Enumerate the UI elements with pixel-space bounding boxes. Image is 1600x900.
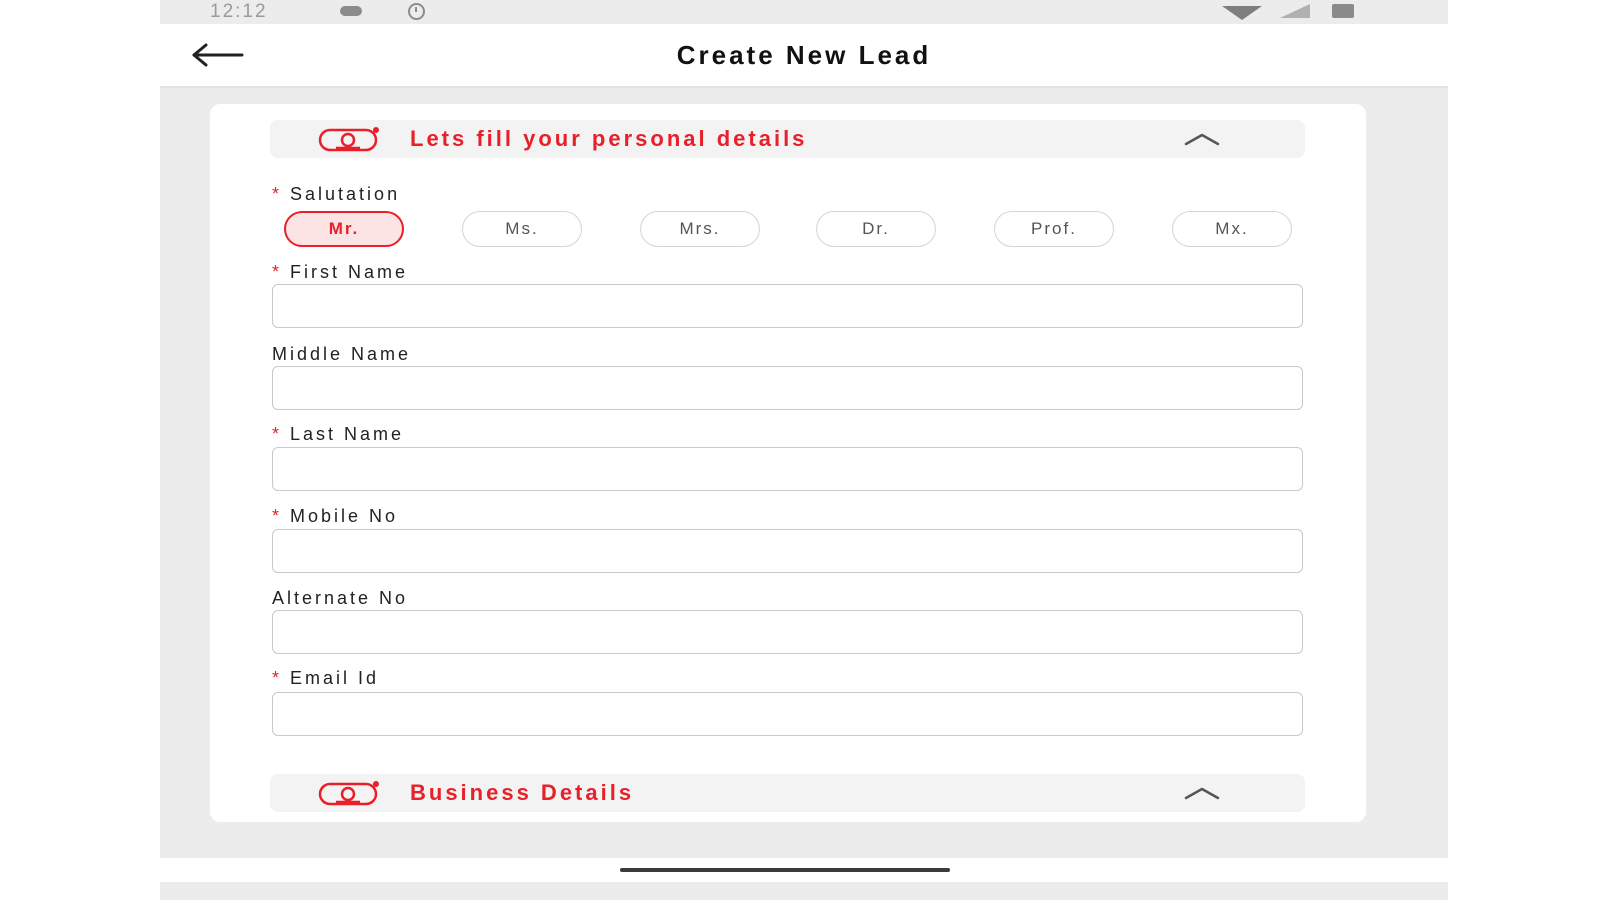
status-time: 12:12 (210, 1, 268, 22)
salutation-option-mrs[interactable]: Mrs. (640, 211, 760, 247)
required-marker: * (272, 506, 283, 526)
status-bar: 12:12 (160, 0, 1448, 24)
required-marker: * (272, 424, 283, 444)
personal-section-title: Lets fill your personal details (410, 126, 808, 151)
alternate-no-label-text: Alternate No (272, 588, 409, 608)
battery-icon (1332, 4, 1354, 18)
middle-name-label-text: Middle Name (272, 344, 412, 364)
last-name-label: * Last Name (272, 424, 404, 445)
last-name-label-text: Last Name (290, 424, 405, 444)
first-name-label-text: First Name (290, 262, 409, 282)
salutation-option-prof[interactable]: Prof. (994, 211, 1114, 247)
required-marker: * (272, 668, 283, 688)
middle-name-input[interactable] (272, 366, 1303, 410)
cloud-icon (340, 6, 362, 16)
email-id-input[interactable] (272, 692, 1303, 736)
first-name-label: * First Name (272, 262, 408, 283)
phone-screen: 12:12 Create New Lead Lets fill your per… (160, 0, 1448, 900)
email-id-label: * Email Id (272, 668, 379, 689)
salutation-option-mr[interactable]: Mr. (284, 211, 404, 247)
app-bar: Create New Lead (160, 24, 1448, 88)
chevron-up-icon[interactable] (1184, 132, 1220, 146)
person-badge-icon (318, 127, 379, 152)
email-id-label-text: Email Id (290, 668, 380, 688)
wifi-icon (1222, 6, 1262, 20)
salutation-option-mx[interactable]: Mx. (1172, 211, 1292, 247)
required-marker: * (272, 262, 283, 282)
alarm-clock-icon (408, 3, 425, 20)
lead-form-card: Lets fill your personal details * Salutat… (210, 104, 1366, 822)
first-name-input[interactable] (272, 284, 1303, 328)
salutation-option-dr[interactable]: Dr. (816, 211, 936, 247)
last-name-input[interactable] (272, 447, 1303, 491)
business-section-title: Business Details (410, 780, 635, 805)
business-details-section-header[interactable]: Business Details (270, 774, 1305, 812)
required-marker: * (272, 184, 283, 204)
page-title: Create New Lead (676, 40, 932, 70)
salutation-options: Mr. Ms. Mrs. Dr. Prof. Mx. (284, 211, 1296, 249)
mobile-no-label-text: Mobile No (290, 506, 399, 526)
personal-details-section-header[interactable]: Lets fill your personal details (270, 120, 1305, 158)
middle-name-label: Middle Name (272, 344, 411, 365)
salutation-label-text: Salutation (290, 184, 401, 204)
mobile-no-input[interactable] (272, 529, 1303, 573)
signal-icon (1280, 4, 1310, 18)
salutation-label: * Salutation (272, 184, 400, 205)
navigation-bar (160, 858, 1448, 882)
person-badge-icon (318, 781, 379, 806)
alternate-no-input[interactable] (272, 610, 1303, 654)
chevron-up-icon[interactable] (1184, 786, 1220, 800)
home-indicator[interactable] (620, 868, 950, 872)
alternate-no-label: Alternate No (272, 588, 408, 609)
mobile-no-label: * Mobile No (272, 506, 398, 527)
salutation-option-ms[interactable]: Ms. (462, 211, 582, 247)
